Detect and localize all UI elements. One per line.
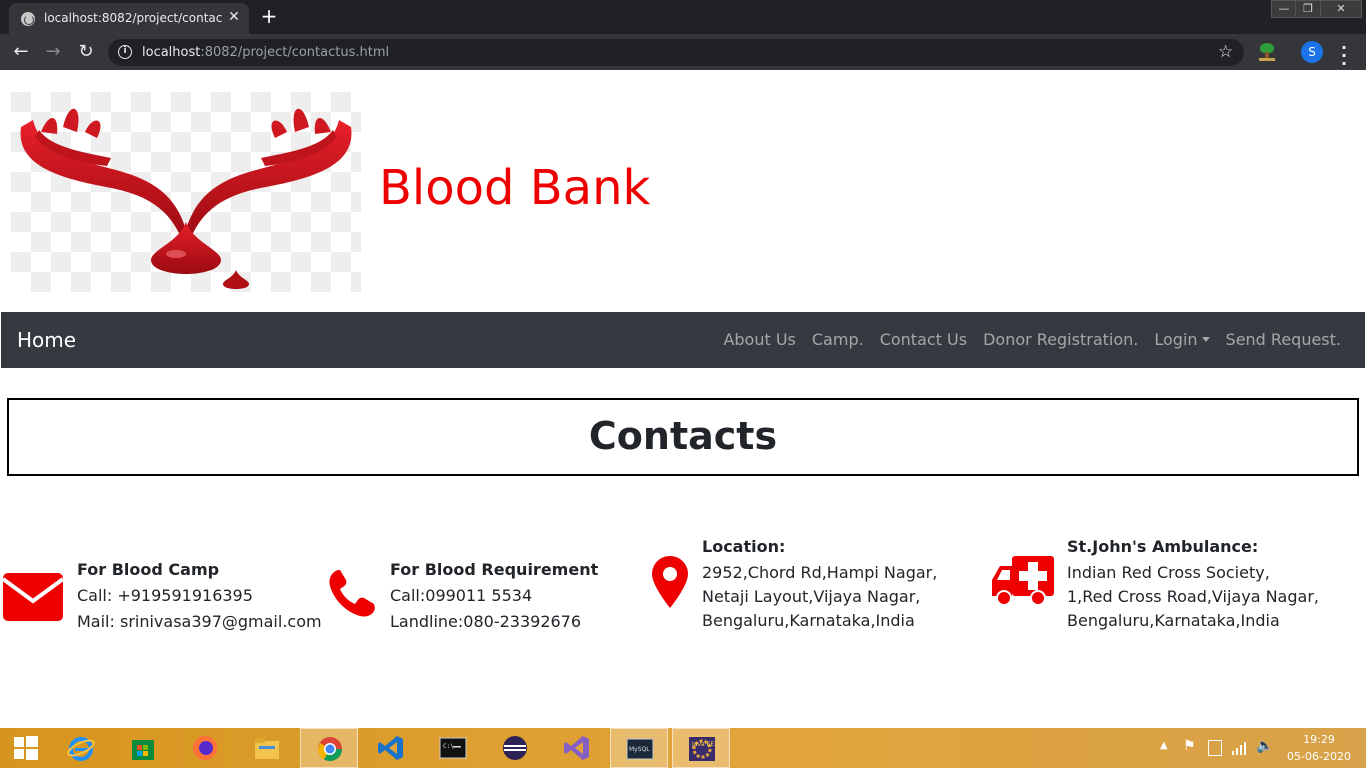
browser-tab-strip: localhost:8082/project/contactus.html ✕ … bbox=[0, 0, 1366, 34]
taskbar-vscode[interactable] bbox=[362, 728, 420, 768]
taskbar-file-explorer[interactable] bbox=[238, 728, 296, 768]
address-line: Indian Red Cross Society, bbox=[1067, 563, 1270, 582]
tree-extension-icon[interactable] bbox=[1258, 43, 1276, 61]
nav-link-camp[interactable]: Camp. bbox=[812, 330, 864, 349]
address-line: 1,Red Cross Road,Vijaya Nagar, bbox=[1067, 587, 1319, 606]
chrome-icon bbox=[318, 737, 342, 762]
mysql-icon: MySQL bbox=[626, 738, 654, 760]
clock-time[interactable]: 19:29 bbox=[1290, 733, 1348, 746]
url-text[interactable]: localhost:8082/project/contactus.html bbox=[142, 45, 389, 60]
maximize-button[interactable]: ❐ bbox=[1295, 0, 1321, 18]
visual-studio-icon bbox=[564, 736, 589, 760]
flag-icon[interactable]: ⚑ bbox=[1183, 738, 1196, 754]
info-icon[interactable]: i bbox=[118, 45, 132, 59]
svg-text:C:\: C:\ bbox=[443, 743, 454, 750]
address-line: Netaji Layout,Vijaya Nagar, bbox=[702, 587, 921, 606]
nav-login-dropdown[interactable]: Login bbox=[1154, 330, 1210, 349]
tab-close-button[interactable]: ✕ bbox=[226, 9, 242, 25]
java-ee-ide-icon: Java EE bbox=[689, 737, 715, 761]
browser-tab[interactable]: localhost:8082/project/contactus.html ✕ bbox=[9, 3, 249, 34]
new-tab-button[interactable]: + bbox=[258, 5, 280, 27]
page-heading: Contacts bbox=[588, 414, 778, 458]
address-line: Bengaluru,Karnataka,India bbox=[702, 611, 915, 630]
internet-explorer-icon bbox=[67, 737, 95, 761]
volume-icon[interactable]: 🔈 bbox=[1256, 738, 1273, 754]
nav-link-about-us[interactable]: About Us bbox=[723, 330, 795, 349]
svg-text:Java EE: Java EE bbox=[691, 741, 714, 748]
svg-text:MySQL: MySQL bbox=[629, 746, 650, 753]
contact-email: Mail: srinivasa397@gmail.com bbox=[77, 612, 322, 631]
windows-logo-icon bbox=[14, 736, 38, 760]
globe-icon bbox=[21, 12, 35, 26]
contact-landline: Landline:080-23392676 bbox=[390, 612, 582, 631]
vscode-icon bbox=[378, 736, 403, 760]
taskbar-internet-explorer[interactable] bbox=[52, 728, 110, 768]
nav-home-link[interactable]: Home bbox=[17, 328, 76, 352]
nav-link-send-request[interactable]: Send Request. bbox=[1226, 330, 1341, 349]
clock-date[interactable]: 05-06-2020 bbox=[1286, 750, 1352, 763]
taskbar-cmd[interactable]: C:\ bbox=[424, 728, 482, 768]
menu-dots-icon[interactable]: · · · bbox=[1336, 40, 1352, 72]
contact-phone: Call:099011 5534 bbox=[390, 586, 533, 605]
site-title: Blood Bank bbox=[379, 160, 651, 216]
nav-login-label: Login bbox=[1154, 330, 1198, 349]
address-line: Bengaluru,Karnataka,India bbox=[1067, 611, 1280, 630]
close-window-button[interactable]: ✕ bbox=[1320, 0, 1362, 18]
taskbar-mysql[interactable]: MySQL bbox=[610, 728, 668, 768]
ambulance-icon bbox=[992, 556, 1054, 606]
bookmark-star-icon[interactable]: ☆ bbox=[1218, 42, 1233, 62]
main-navbar: Home About Us Camp. Contact Us Donor Reg… bbox=[1, 312, 1365, 368]
taskbar-visual-studio[interactable] bbox=[548, 728, 606, 768]
contacts-heading-box: Contacts bbox=[7, 398, 1359, 476]
address-line: 2952,Chord Rd,Hampi Nagar, bbox=[702, 563, 938, 582]
battery-icon[interactable] bbox=[1208, 740, 1222, 756]
network-signal-icon[interactable] bbox=[1231, 740, 1247, 756]
folder-icon bbox=[255, 738, 279, 759]
taskbar-chrome[interactable] bbox=[300, 728, 358, 768]
tab-title: localhost:8082/project/contactus.html bbox=[44, 11, 222, 25]
contact-phone: Call: +919591916395 bbox=[77, 586, 253, 605]
reload-icon[interactable]: ↻ bbox=[74, 40, 98, 64]
taskbar-store[interactable] bbox=[114, 728, 172, 768]
blood-bank-logo bbox=[11, 92, 361, 292]
contact-title: St.John's Ambulance: bbox=[1067, 537, 1259, 556]
back-arrow-icon[interactable]: ← bbox=[9, 40, 33, 64]
address-bar[interactable]: i localhost:8082/project/contactus.html … bbox=[108, 39, 1244, 66]
contact-title: For Blood Requirement bbox=[390, 560, 599, 579]
windows-taskbar: C:\ MySQL Java EE ▲ ⚑ 🔈 19:29 05-06-2020 bbox=[0, 728, 1366, 768]
nav-link-donor-registration[interactable]: Donor Registration. bbox=[983, 330, 1138, 349]
taskbar-eclipse[interactable] bbox=[486, 728, 544, 768]
contact-title: For Blood Camp bbox=[77, 560, 220, 579]
caret-down-icon bbox=[1201, 336, 1210, 342]
nav-link-contact-us[interactable]: Contact Us bbox=[880, 330, 967, 349]
nav-links: About Us Camp. Contact Us Donor Registra… bbox=[723, 330, 1341, 349]
forward-arrow-icon[interactable]: → bbox=[41, 40, 65, 64]
store-icon bbox=[132, 740, 154, 760]
location-pin-icon bbox=[652, 556, 688, 608]
start-button[interactable] bbox=[0, 728, 58, 768]
contact-title: Location: bbox=[702, 537, 786, 556]
browser-toolbar: ← → ↻ i localhost:8082/project/contactus… bbox=[0, 34, 1366, 72]
tray-overflow-icon[interactable]: ▲ bbox=[1160, 740, 1168, 751]
taskbar-firefox[interactable] bbox=[176, 728, 234, 768]
taskbar-java-ee-ide[interactable]: Java EE bbox=[672, 728, 730, 768]
firefox-icon bbox=[193, 736, 217, 760]
command-prompt-icon: C:\ bbox=[439, 737, 467, 759]
page-viewport: Blood Bank Home About Us Camp. Contact U… bbox=[0, 70, 1366, 728]
minimize-button[interactable]: — bbox=[1271, 0, 1297, 18]
envelope-icon bbox=[3, 573, 63, 621]
eclipse-icon bbox=[503, 736, 527, 760]
phone-icon bbox=[329, 570, 375, 617]
profile-avatar[interactable]: S bbox=[1301, 41, 1323, 63]
